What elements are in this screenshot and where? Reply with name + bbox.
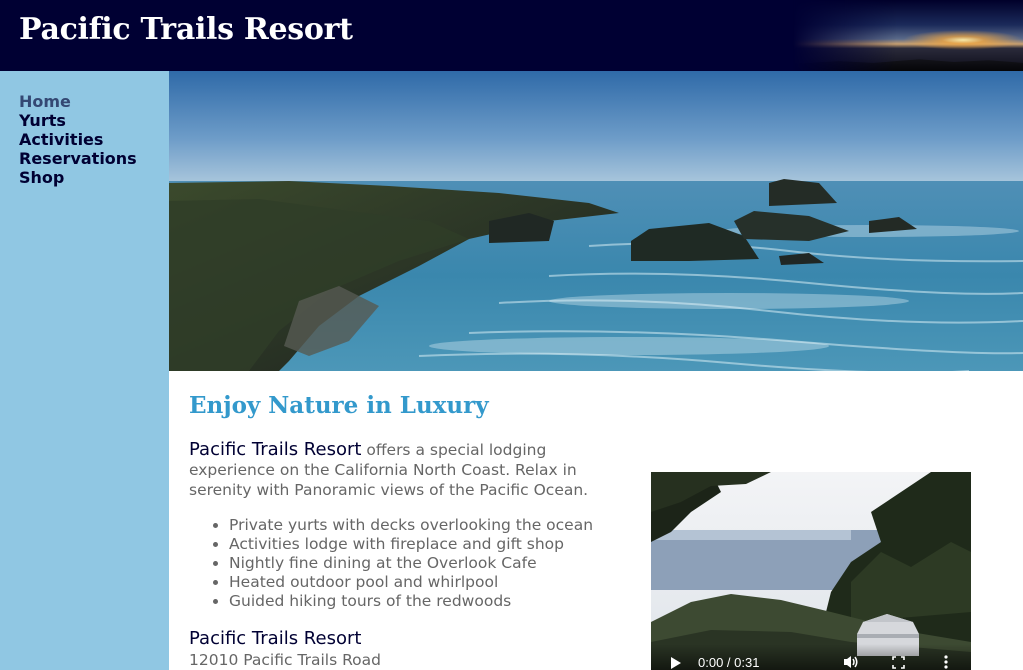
video-frame [651,472,971,670]
volume-icon[interactable] [843,655,859,669]
contact-name: Pacific Trails Resort [189,628,362,649]
nav-link-home[interactable]: Home [19,92,71,111]
page-heading: Enjoy Nature in Luxury [189,392,489,419]
video-player[interactable]: 0:00 / 0:31 [651,472,971,670]
header-sunset-image [793,0,1023,71]
nav-link-activities[interactable]: Activities [19,130,103,149]
video-time: 0:00 / 0:31 [698,655,760,670]
list-item: Activities lodge with fireplace and gift… [229,535,633,554]
list-item: Heated outdoor pool and whirlpool [229,573,633,592]
list-item: Guided hiking tours of the redwoods [229,592,633,611]
hero-coastline-image [169,71,1023,371]
sidebar-nav: Home Yurts Activities Reservations Shop [0,71,169,670]
site-header: Pacific Trails Resort [0,0,1023,71]
fullscreen-icon[interactable] [892,656,905,669]
more-vertical-icon[interactable] [944,655,948,669]
intro-paragraph: Pacific Trails Resort offers a special l… [189,440,619,500]
intro-resort-name: Pacific Trails Resort [189,439,362,460]
nav-link-reservations[interactable]: Reservations [19,149,137,168]
list-item: Private yurts with decks overlooking the… [229,516,633,535]
nav-link-shop[interactable]: Shop [19,168,64,187]
features-list: Private yurts with decks overlooking the… [213,516,633,611]
contact-address: 12010 Pacific Trails Road [189,651,381,669]
list-item: Nightly fine dining at the Overlook Cafe [229,554,633,573]
site-title: Pacific Trails Resort [19,12,353,47]
nav-link-yurts[interactable]: Yurts [19,111,66,130]
play-icon[interactable] [671,657,681,669]
